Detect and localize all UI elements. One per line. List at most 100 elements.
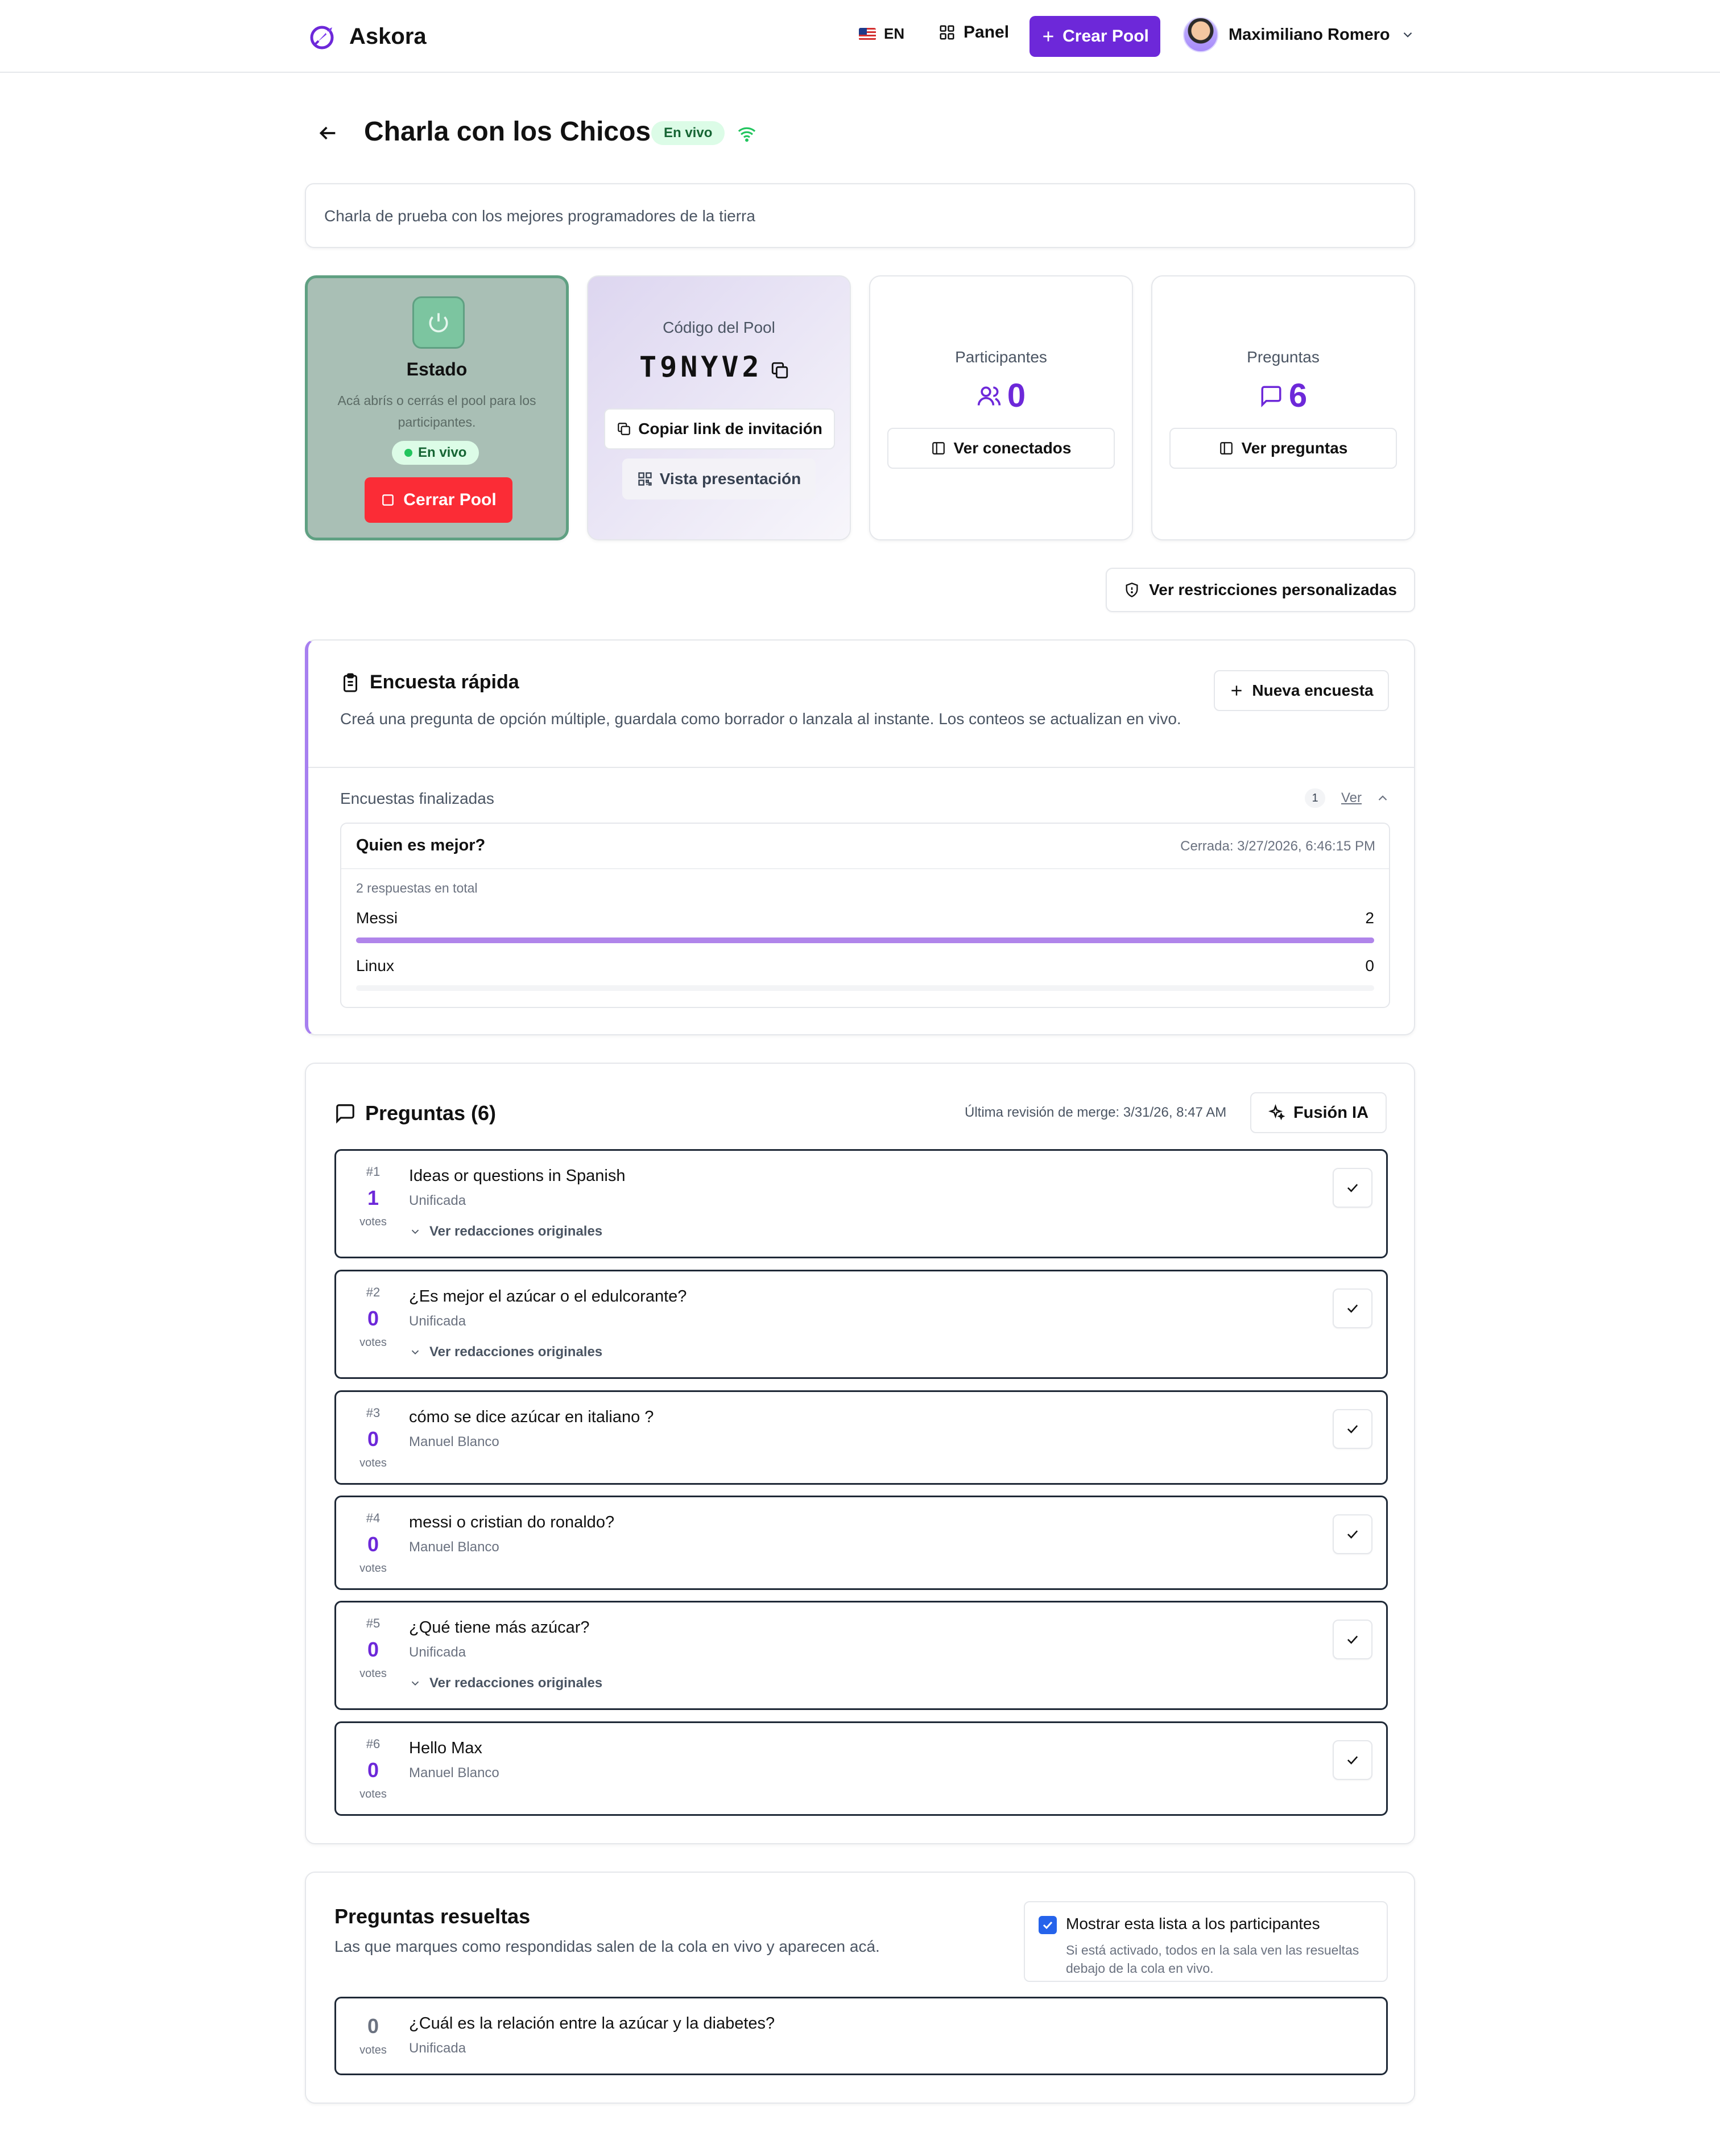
participants-count: 0 bbox=[870, 377, 1132, 415]
votes-label: votes bbox=[359, 1216, 387, 1228]
resolved-title: Preguntas resueltas bbox=[334, 1905, 531, 1928]
user-name: Maximiliano Romero bbox=[1229, 25, 1390, 44]
mark-answered-button[interactable] bbox=[1333, 1288, 1372, 1328]
question-author: Unificada bbox=[409, 2041, 466, 2056]
ai-merge-button[interactable]: Fusión IA bbox=[1250, 1092, 1387, 1133]
clipboard-icon bbox=[344, 673, 357, 692]
check-icon bbox=[1347, 1635, 1358, 1644]
finished-poll-card: Quien es mejor? Cerrada: 3/27/2026, 6:46… bbox=[340, 823, 1390, 1008]
resolved-description: Las que marques como respondidas salen d… bbox=[334, 1938, 880, 1955]
create-pool-button[interactable]: Crear Pool bbox=[1029, 16, 1160, 57]
divider bbox=[308, 767, 1414, 768]
ai-merge-label: Fusión IA bbox=[1293, 1103, 1369, 1122]
view-connected-button[interactable]: Ver conectados bbox=[887, 428, 1115, 469]
mark-answered-button[interactable] bbox=[1333, 1514, 1372, 1554]
live-status-badge: En vivo bbox=[651, 121, 725, 145]
check-icon bbox=[1347, 1184, 1358, 1192]
panel-label: Panel bbox=[964, 23, 1010, 42]
votes-label: votes bbox=[359, 1667, 387, 1680]
power-icon bbox=[412, 296, 465, 349]
finished-polls-label: Encuestas finalizadas bbox=[340, 790, 494, 807]
presentation-view-button[interactable]: Vista presentación bbox=[622, 459, 816, 499]
app-logo[interactable]: Askora bbox=[307, 20, 427, 52]
view-questions-label: Ver preguntas bbox=[1241, 439, 1348, 457]
quick-poll-title: Encuesta rápida bbox=[370, 671, 519, 693]
question-text: Hello Max bbox=[409, 1739, 482, 1757]
user-menu[interactable]: Maximiliano Romero bbox=[1183, 17, 1415, 52]
show-list-toggle[interactable]: Mostrar esta lista a los participantes S… bbox=[1024, 1901, 1388, 1982]
vote-count: 0 bbox=[367, 1638, 379, 1661]
mark-answered-button[interactable] bbox=[1333, 1409, 1372, 1449]
pool-description: Charla de prueba con los mejores program… bbox=[305, 183, 1415, 248]
question-number: #5 bbox=[366, 1616, 381, 1630]
poll-option-count: 0 bbox=[1365, 957, 1374, 974]
custom-restrictions-label: Ver restricciones personalizadas bbox=[1149, 581, 1397, 598]
create-pool-label: Crear Pool bbox=[1062, 27, 1149, 46]
question-author: Manuel Blanco bbox=[409, 1765, 499, 1781]
language-selector[interactable]: EN bbox=[859, 25, 904, 43]
checkbox-checked-icon[interactable] bbox=[1039, 1916, 1057, 1934]
view-questions-button[interactable]: Ver preguntas bbox=[1169, 428, 1397, 469]
votes-label: votes bbox=[359, 1457, 387, 1469]
status-badge-label: En vivo bbox=[418, 445, 467, 460]
close-pool-button[interactable]: Cerrar Pool bbox=[365, 477, 512, 523]
mark-answered-button[interactable] bbox=[1333, 1168, 1372, 1208]
participants-label: Participantes bbox=[955, 348, 1047, 366]
custom-restrictions-button[interactable]: Ver restricciones personalizadas bbox=[1106, 568, 1415, 612]
app-name: Askora bbox=[349, 23, 427, 49]
new-poll-label: Nueva encuesta bbox=[1252, 682, 1374, 699]
plus-icon bbox=[1043, 31, 1053, 42]
view-originals-label: Ver redacciones originales bbox=[429, 1344, 603, 1360]
pool-code-value: T9NYV2 bbox=[639, 350, 763, 383]
question-author: Manuel Blanco bbox=[409, 1539, 499, 1555]
check-icon bbox=[1347, 1530, 1358, 1539]
chevron-down-icon bbox=[1403, 32, 1412, 38]
poll-question: Quien es mejor? bbox=[356, 836, 486, 854]
copy-invite-link-button[interactable]: Copiar link de invitación bbox=[604, 408, 835, 449]
view-originals-toggle[interactable]: Ver redacciones originales bbox=[409, 1675, 602, 1691]
copy-icon[interactable] bbox=[770, 361, 789, 380]
participants-card: Participantes 0 Ver conectados bbox=[869, 275, 1133, 540]
new-poll-button[interactable]: Nueva encuesta bbox=[1214, 670, 1389, 711]
question-number: #2 bbox=[366, 1285, 381, 1299]
question-text: messi o cristian do ronaldo? bbox=[409, 1513, 615, 1531]
poll-total-responses: 2 respuestas en total bbox=[356, 881, 478, 895]
panel-link[interactable]: Panel bbox=[938, 23, 1009, 42]
check-icon bbox=[1347, 1425, 1358, 1434]
vote-count: 0 bbox=[367, 1427, 379, 1451]
rocket-logo-icon bbox=[310, 26, 334, 49]
language-label: EN bbox=[884, 25, 905, 42]
merge-review-timestamp: Última revisión de merge: 3/31/26, 8:47 … bbox=[965, 1105, 1227, 1120]
mark-answered-button[interactable] bbox=[1333, 1740, 1372, 1780]
question-item: #3 0 votes cómo se dice azúcar en italiano … bbox=[334, 1390, 1388, 1485]
chevron-up-icon[interactable] bbox=[1375, 791, 1390, 806]
question-item: #2 0 votes ¿Es mejor el azúcar o el edulcor… bbox=[334, 1270, 1388, 1379]
sparkles-icon bbox=[1268, 1104, 1285, 1121]
back-arrow-icon[interactable] bbox=[316, 122, 339, 144]
view-finished-link[interactable]: Ver bbox=[1341, 790, 1362, 806]
mark-answered-button[interactable] bbox=[1333, 1620, 1372, 1659]
avatar bbox=[1183, 17, 1218, 52]
quick-poll-header: Encuesta rápida bbox=[340, 671, 519, 693]
question-text: ¿Cuál es la relación entre la azúcar y l… bbox=[409, 2014, 775, 2033]
view-originals-toggle[interactable]: Ver redacciones originales bbox=[409, 1344, 602, 1360]
questions-card: Preguntas 6 Ver preguntas bbox=[1151, 275, 1415, 540]
vote-count: 0 bbox=[367, 1758, 379, 1782]
poll-option-label: Messi bbox=[356, 909, 398, 927]
vote-count: 1 bbox=[367, 1186, 379, 1209]
close-pool-label: Cerrar Pool bbox=[403, 490, 497, 509]
copy-invite-link-label: Copiar link de invitación bbox=[638, 420, 822, 437]
copy-icon bbox=[618, 423, 631, 435]
question-author: Unificada bbox=[409, 1193, 466, 1208]
quick-poll-section: Encuesta rápida Creá una pregunta de opc… bbox=[305, 639, 1415, 1035]
grid-icon bbox=[940, 25, 954, 40]
question-author: Unificada bbox=[409, 1645, 466, 1660]
panel-icon bbox=[932, 442, 945, 455]
finished-polls-count: 1 bbox=[1305, 788, 1325, 808]
poll-option-bar bbox=[356, 937, 1374, 943]
question-item: #5 0 votes ¿Qué tiene más azúcar? Unificada V… bbox=[334, 1601, 1388, 1710]
page-title: Charla con los Chicos bbox=[364, 117, 651, 147]
view-connected-label: Ver conectados bbox=[953, 439, 1072, 457]
questions-count: 6 bbox=[1152, 377, 1414, 415]
view-originals-toggle[interactable]: Ver redacciones originales bbox=[409, 1224, 602, 1240]
